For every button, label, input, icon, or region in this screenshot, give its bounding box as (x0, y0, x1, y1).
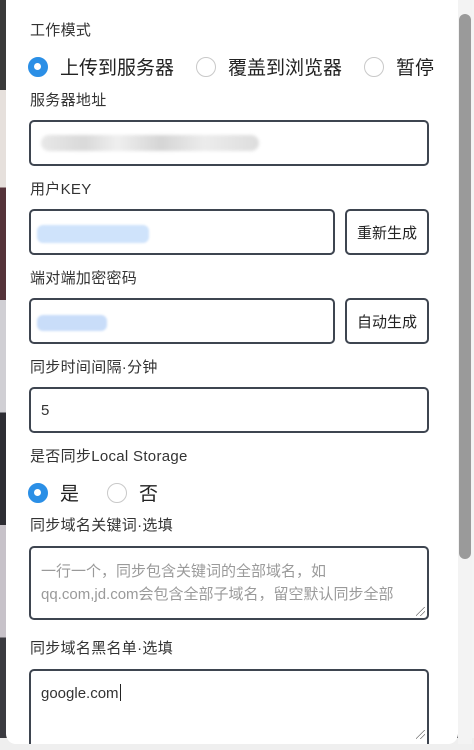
text-caret (119, 684, 121, 701)
local-storage-yes-label[interactable]: 是 (60, 479, 79, 506)
domain-blacklist-text: google.com (41, 685, 119, 702)
sync-interval-input[interactable]: 5 (29, 387, 429, 433)
domain-keywords-placeholder-line2: qq.com,jd.com会包含全部子域名，留空默认同步全部 (41, 586, 394, 603)
sync-interval-label: 同步时间间隔·分钟 (30, 359, 158, 376)
domain-blacklist-label: 同步域名黑名单·选填 (30, 640, 173, 657)
work-mode-overwrite-radio[interactable] (196, 56, 217, 77)
server-address-input[interactable] (29, 120, 429, 166)
user-key-input[interactable] (29, 209, 335, 255)
work-mode-radio-group: 上传到服务器 覆盖到浏览器 暂停 (28, 53, 456, 80)
user-key-redacted (37, 225, 149, 243)
work-mode-pause-label[interactable]: 暂停 (396, 53, 434, 80)
local-storage-radio-group: 是 否 (28, 479, 180, 506)
work-mode-label: 工作模式 (30, 22, 92, 39)
textarea-resize-handle-icon[interactable] (416, 607, 425, 616)
domain-blacklist-textarea[interactable]: google.com (29, 669, 429, 744)
e2e-password-label: 端对端加密密码 (30, 270, 138, 287)
settings-panel: 工作模式 上传到服务器 覆盖到浏览器 暂停 服务器地址 用户KEY 重新生成 端… (6, 0, 458, 744)
local-storage-yes-radio[interactable] (28, 482, 48, 503)
auto-generate-password-button[interactable]: 自动生成 (345, 298, 429, 344)
domain-keywords-placeholder: 一行一个，同步包含关键词的全部域名，如 qq.com,jd.com会包含全部子域… (41, 560, 415, 606)
domain-keywords-placeholder-line1: 一行一个，同步包含关键词的全部域名，如 (41, 563, 327, 580)
local-storage-no-label[interactable]: 否 (139, 479, 158, 506)
server-address-redacted (41, 135, 259, 151)
domain-blacklist-value: google.com (41, 684, 121, 702)
scrollbar-thumb[interactable] (459, 14, 471, 559)
sync-interval-value: 5 (41, 402, 50, 419)
domain-keywords-label: 同步域名关键词·选填 (30, 517, 173, 534)
e2e-password-redacted (37, 315, 107, 331)
textarea-resize-handle-icon[interactable] (416, 730, 425, 739)
regenerate-key-button[interactable]: 重新生成 (345, 209, 429, 255)
user-key-label: 用户KEY (30, 181, 92, 198)
server-address-label: 服务器地址 (30, 92, 107, 109)
local-storage-label: 是否同步Local Storage (30, 448, 188, 465)
work-mode-overwrite-label[interactable]: 覆盖到浏览器 (228, 53, 342, 80)
work-mode-upload-radio[interactable] (28, 56, 48, 77)
work-mode-pause-radio[interactable] (364, 56, 385, 77)
domain-keywords-textarea[interactable]: 一行一个，同步包含关键词的全部域名，如 qq.com,jd.com会包含全部子域… (29, 546, 429, 620)
e2e-password-input[interactable] (29, 298, 335, 344)
work-mode-upload-label[interactable]: 上传到服务器 (60, 53, 174, 80)
local-storage-no-radio[interactable] (107, 482, 128, 503)
